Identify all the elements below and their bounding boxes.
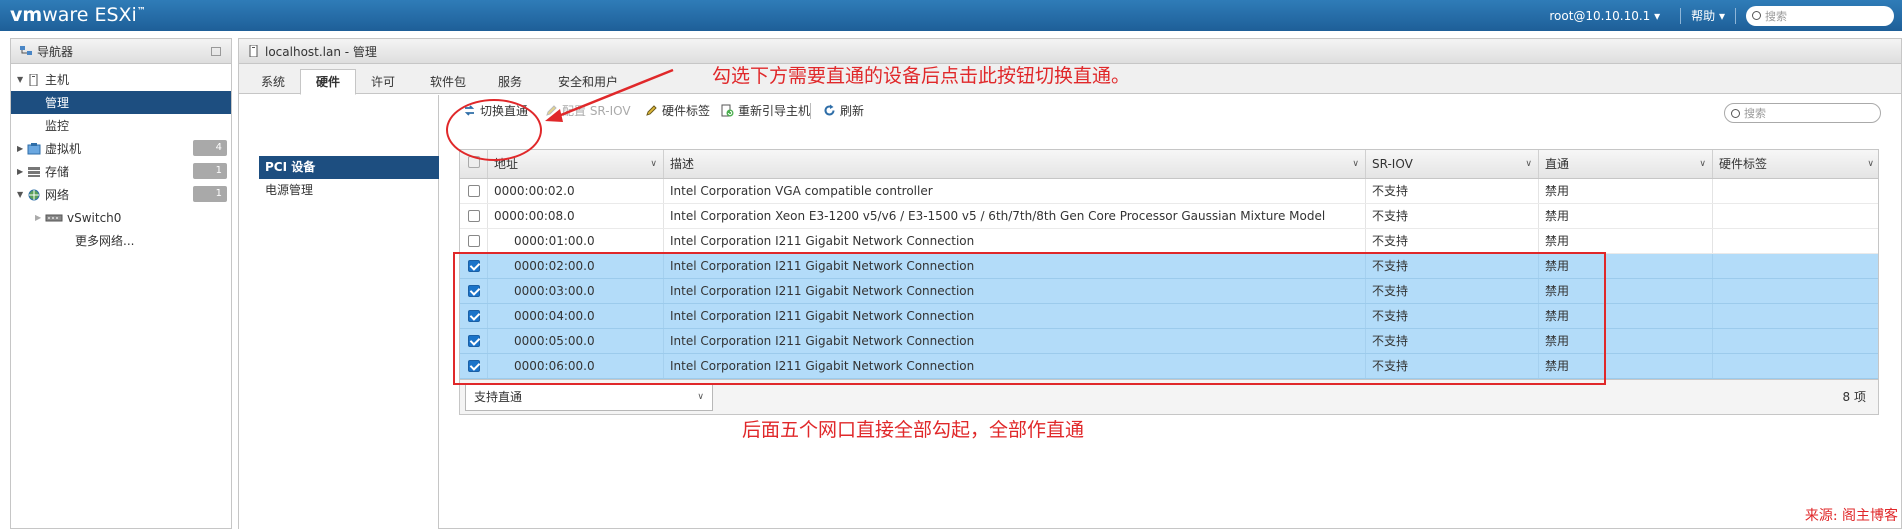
annotation-bottom-note: 后面五个网口直接全部勾起，全部作直通: [742, 419, 1085, 441]
annotation-top-note: 勾选下方需要直通的设备后点击此按钮切换直通。: [712, 65, 1131, 87]
annotation-highlight-box: [453, 252, 1606, 385]
source-watermark: 来源: 阁主博客: [1804, 508, 1898, 524]
